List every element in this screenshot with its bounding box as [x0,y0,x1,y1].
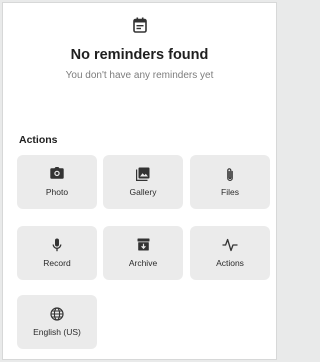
pulse-icon [190,238,270,252]
record-label: Record [43,258,71,268]
photo-label: Photo [45,187,69,197]
microphone-icon [17,238,97,252]
actions-heading: Actions [19,134,58,146]
empty-state-subtitle: You don't have any reminders yet [65,70,214,81]
calendar-icon [132,17,147,33]
gallery-button[interactable]: Gallery [103,155,183,209]
image-icon [103,167,183,181]
archive-button[interactable]: Archive [103,226,183,280]
camera-icon [17,167,97,181]
files-button[interactable]: Files [190,155,270,209]
files-label: Files [221,187,239,197]
reminders-panel: No reminders found You don't have any re… [2,2,277,360]
actions-button[interactable]: Actions [190,226,270,280]
globe-icon [17,307,97,321]
language-button[interactable]: English (US) [17,295,97,349]
photo-button[interactable]: Photo [17,155,97,209]
archive-label: Archive [128,258,158,268]
archive-icon [103,238,183,252]
gallery-label: Gallery [129,187,157,197]
language-label: English (US) [33,327,81,337]
empty-state-title: No reminders found [70,47,209,63]
empty-state: No reminders found You don't have any re… [3,17,276,81]
actions-label: Actions [216,258,244,268]
record-button[interactable]: Record [17,226,97,280]
paperclip-icon [190,167,270,181]
